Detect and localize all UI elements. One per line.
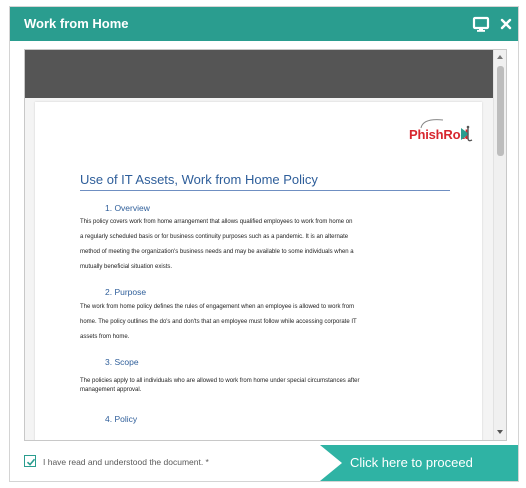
acknowledge-label: I have read and understood the document.… [43,457,209,467]
phishrod-logo: PhishRod [409,116,475,148]
section-paragraph: The policies apply to all individuals wh… [80,378,360,393]
dialog-footer: I have read and understood the document.… [10,441,518,481]
work-from-home-dialog: Work from Home PhishRod Use of IT Assets… [9,6,519,482]
monitor-icon[interactable] [471,14,491,34]
viewer-toolbar [25,50,494,98]
document-viewer[interactable]: PhishRod Use of IT Assets, Work from Hom… [24,49,507,441]
section-heading: 1. Overview [105,203,150,213]
acknowledge-checkbox[interactable] [24,455,36,467]
section-paragraph: The work from home policy defines the ru… [80,304,357,340]
vertical-scrollbar[interactable] [493,50,506,440]
checkmark-icon [26,458,36,466]
document-page: PhishRod Use of IT Assets, Work from Hom… [35,102,482,440]
proceed-button[interactable]: Click here to proceed [320,445,518,481]
fish-hook-icon [461,125,473,142]
section-heading: 2. Purpose [105,287,147,297]
scroll-thumb[interactable] [497,66,504,156]
proceed-button-label: Click here to proceed [350,455,473,470]
scroll-up-icon[interactable] [497,55,503,59]
scroll-down-icon[interactable] [497,430,503,434]
section-heading: 3. Scope [105,357,139,367]
section-paragraph: This policy covers work from home arrang… [80,219,354,270]
close-icon[interactable] [496,14,516,34]
document-title: Use of IT Assets, Work from Home Policy [80,172,318,187]
title-underline [80,190,450,191]
dialog-title: Work from Home [24,16,129,31]
title-bar: Work from Home [10,7,518,41]
section-heading: 4. Policy [105,414,138,424]
